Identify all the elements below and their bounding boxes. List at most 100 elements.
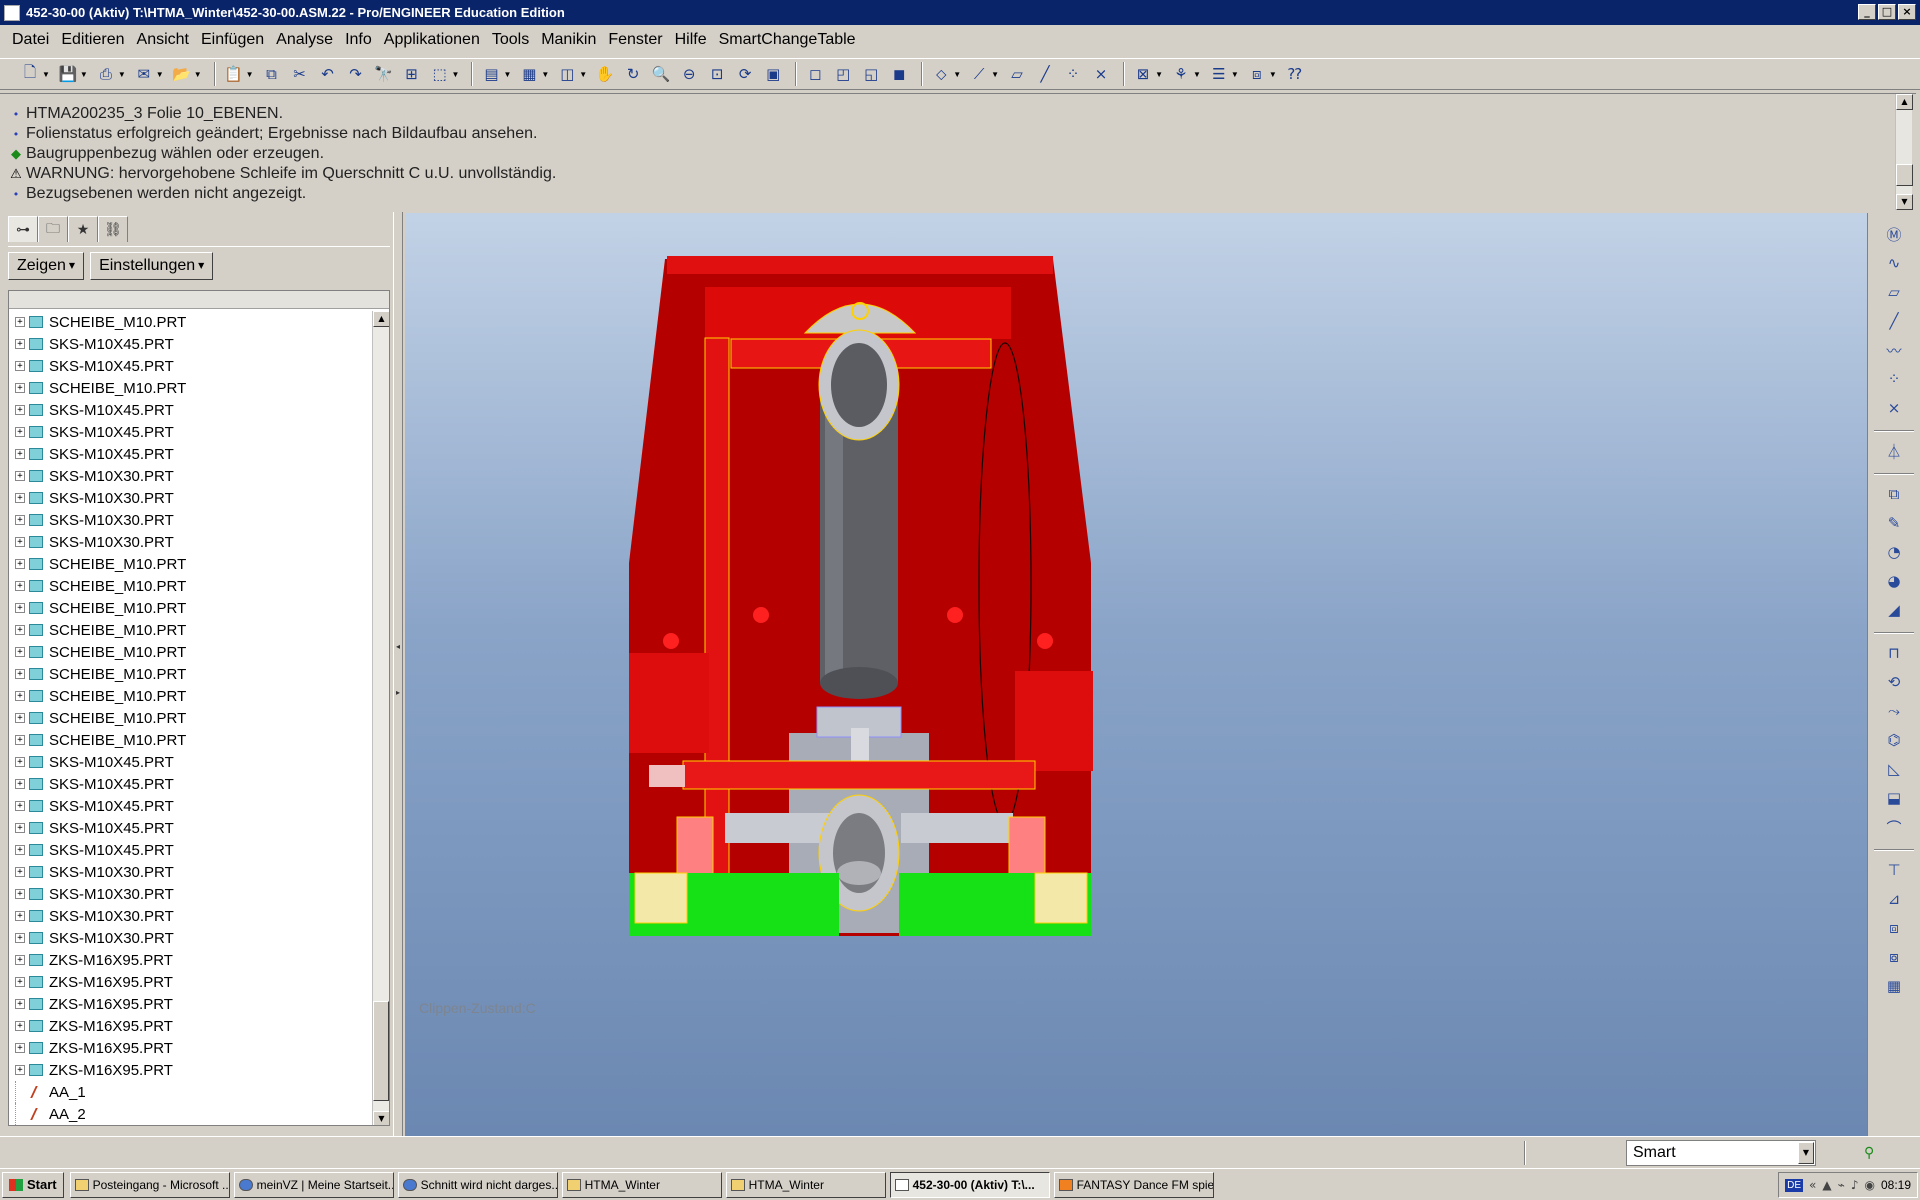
axis-icon[interactable]: ╱ xyxy=(1033,62,1057,86)
chevron-down-icon[interactable]: ▼ xyxy=(80,70,88,79)
minimize-button[interactable]: _ xyxy=(1858,4,1876,20)
expand-icon[interactable]: + xyxy=(15,449,25,459)
chamfer-icon[interactable]: ◢ xyxy=(1881,597,1907,623)
scroll-thumb[interactable] xyxy=(373,1001,389,1101)
extrude-icon[interactable]: ⊓ xyxy=(1881,640,1907,666)
tree-item[interactable]: + SCHEIBE_M10.PRT xyxy=(9,619,373,641)
datum-axis-display-icon[interactable]: ⟋ xyxy=(967,62,991,86)
tree-scrollbar[interactable]: ▲ ▼ xyxy=(372,311,389,1125)
settings-menu-button[interactable]: Einstellungen ▼ xyxy=(90,251,214,280)
selection-filter-select[interactable]: Smart ▼ xyxy=(1626,1140,1816,1166)
find-icon[interactable]: 🔭 xyxy=(372,62,396,86)
merge-icon[interactable]: ⧈ xyxy=(1881,915,1907,941)
scroll-thumb[interactable] xyxy=(1896,164,1913,186)
tree-item[interactable]: + SCHEIBE_M10.PRT xyxy=(9,377,373,399)
expand-icon[interactable]: + xyxy=(15,955,25,965)
menu-fenster[interactable]: Fenster xyxy=(602,31,668,49)
tree-item[interactable]: + SCHEIBE_M10.PRT xyxy=(9,641,373,663)
tree-item[interactable]: + SKS-M10X30.PRT xyxy=(9,861,373,883)
hidden-line-icon[interactable]: ◰ xyxy=(831,62,855,86)
expand-icon[interactable]: + xyxy=(15,735,25,745)
expand-icon[interactable]: + xyxy=(15,757,25,767)
no-hidden-icon[interactable]: ◱ xyxy=(859,62,883,86)
expand-icon[interactable]: + xyxy=(15,889,25,899)
grid-icon[interactable]: ▦ xyxy=(1881,973,1907,999)
cut-icon[interactable]: ✂ xyxy=(288,62,312,86)
tree-item[interactable]: AA_1 xyxy=(9,1081,373,1103)
collapse-left-icon[interactable]: ◂ xyxy=(396,642,400,656)
expand-icon[interactable]: + xyxy=(15,603,25,613)
expand-icon[interactable]: + xyxy=(15,339,25,349)
expand-icon[interactable]: + xyxy=(15,713,25,723)
tree-item[interactable]: + SKS-M10X45.PRT xyxy=(9,421,373,443)
shell-icon[interactable]: ⬓ xyxy=(1881,785,1907,811)
revolve-icon[interactable]: ⟲ xyxy=(1881,669,1907,695)
tree-item[interactable]: + SKS-M10X45.PRT xyxy=(9,751,373,773)
network-icon[interactable]: ⌁ xyxy=(1838,1178,1845,1192)
menu-analyse[interactable]: Analyse xyxy=(270,31,339,49)
chevron-down-icon[interactable]: ▼ xyxy=(991,70,999,79)
open-folder-icon[interactable]: 📂 xyxy=(170,62,194,86)
expand-icon[interactable]: + xyxy=(15,493,25,503)
point-icon[interactable]: ⁘ xyxy=(1881,366,1907,392)
chevron-down-icon[interactable]: ▼ xyxy=(42,70,50,79)
tab-model-tree[interactable]: ⊶ xyxy=(8,216,38,242)
chevron-down-icon[interactable]: ▼ xyxy=(118,70,126,79)
expand-icon[interactable]: + xyxy=(15,911,25,921)
expand-icon[interactable]: + xyxy=(15,823,25,833)
show-menu-button[interactable]: Zeigen ▼ xyxy=(8,251,85,280)
paste-icon[interactable]: 📋 xyxy=(222,62,246,86)
expand-icon[interactable]: + xyxy=(15,317,25,327)
expand-icon[interactable]: + xyxy=(15,999,25,1009)
tab-favorites[interactable]: ★ xyxy=(68,216,98,242)
curve-icon[interactable]: 〰 xyxy=(1881,337,1907,363)
sketch-icon[interactable]: Ⓜ xyxy=(1881,221,1907,247)
tree-item[interactable]: + ZKS-M16X95.PRT xyxy=(9,1015,373,1037)
chevron-down-icon[interactable]: ▼ xyxy=(503,70,511,79)
tree-item[interactable]: + SKS-M10X45.PRT xyxy=(9,839,373,861)
expand-icon[interactable]: + xyxy=(15,933,25,943)
tree-item[interactable]: + SCHEIBE_M10.PRT xyxy=(9,575,373,597)
pan-icon[interactable]: ✋ xyxy=(593,62,617,86)
expand-right-icon[interactable]: ▸ xyxy=(396,688,400,702)
menu-info[interactable]: Info xyxy=(339,31,378,49)
tab-connections[interactable]: ⛓ xyxy=(98,216,128,242)
refit-icon[interactable]: ⊡ xyxy=(705,62,729,86)
expand-tray-icon[interactable]: « xyxy=(1809,1178,1816,1192)
graphics-window[interactable]: Clippen-Zustand:C xyxy=(405,213,1867,1136)
tree-item[interactable]: + SKS-M10X45.PRT xyxy=(9,817,373,839)
blend-icon[interactable]: ⌬ xyxy=(1881,727,1907,753)
tree-item[interactable]: + SCHEIBE_M10.PRT xyxy=(9,597,373,619)
create-component-icon[interactable]: ✎ xyxy=(1881,510,1907,536)
assemble-icon[interactable]: ⧉ xyxy=(1881,481,1907,507)
tree-item[interactable]: + ZKS-M16X95.PRT xyxy=(9,949,373,971)
expand-icon[interactable]: + xyxy=(15,779,25,789)
expand-icon[interactable]: + xyxy=(15,801,25,811)
zoom-out-icon[interactable]: ⊖ xyxy=(677,62,701,86)
language-indicator[interactable]: DE xyxy=(1785,1178,1803,1192)
start-button[interactable]: Start xyxy=(2,1171,64,1198)
expand-icon[interactable]: + xyxy=(15,581,25,591)
tree-item[interactable]: + SKS-M10X30.PRT xyxy=(9,927,373,949)
undo-icon[interactable]: ↶ xyxy=(316,62,340,86)
tree-item[interactable]: + ZKS-M16X95.PRT xyxy=(9,993,373,1015)
taskbar-item-folder-1[interactable]: HTMA_Winter xyxy=(561,1171,722,1198)
menu-smartchangetable[interactable]: SmartChangeTable xyxy=(713,31,862,49)
save-icon[interactable]: 💾 xyxy=(56,62,80,86)
tree-item[interactable]: + SKS-M10X30.PRT xyxy=(9,531,373,553)
context-help-icon[interactable]: ⁇ xyxy=(1283,62,1307,86)
tree-item[interactable]: + SKS-M10X45.PRT xyxy=(9,355,373,377)
model-tree-icon[interactable]: ☰ xyxy=(1207,62,1231,86)
scroll-up-icon[interactable]: ▲ xyxy=(373,311,389,327)
csys-icon[interactable]: ⨯ xyxy=(1089,62,1113,86)
menu-hilfe[interactable]: Hilfe xyxy=(669,31,713,49)
expand-icon[interactable]: + xyxy=(15,405,25,415)
tree-item[interactable]: + SKS-M10X45.PRT xyxy=(9,795,373,817)
taskbar-item-proengineer[interactable]: 452-30-00 (Aktiv) T:\... xyxy=(889,1171,1050,1198)
tree-item[interactable]: + ZKS-M16X95.PRT xyxy=(9,971,373,993)
chevron-down-icon[interactable]: ▼ xyxy=(156,70,164,79)
maximize-button[interactable]: □ xyxy=(1878,4,1896,20)
taskbar-item-browser-1[interactable]: meinVZ | Meine Startseit... xyxy=(233,1171,394,1198)
menu-datei[interactable]: Datei xyxy=(6,31,55,49)
tree-item[interactable]: + SCHEIBE_M10.PRT xyxy=(9,663,373,685)
